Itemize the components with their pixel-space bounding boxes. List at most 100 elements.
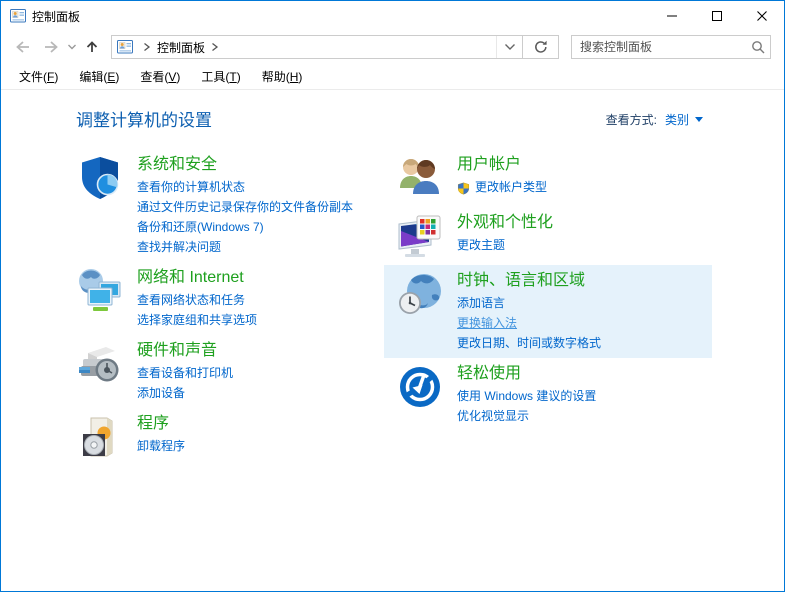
shield-icon[interactable] [76, 154, 124, 202]
control-panel-icon [10, 8, 26, 24]
category-title-link[interactable]: 系统和安全 [137, 154, 353, 175]
back-button[interactable] [9, 33, 37, 61]
chevron-down-icon [68, 44, 76, 50]
category-system-and-security: 系统和安全 查看你的计算机状态 通过文件历史记录保存你的文件备份副本 备份和还原(W… [64, 149, 384, 262]
menu-file[interactable]: 文件(F) [11, 65, 66, 88]
up-button[interactable] [79, 33, 105, 61]
menu-help[interactable]: 帮助(H) [254, 65, 311, 88]
monitor-palette-icon[interactable] [396, 212, 444, 260]
search-icon[interactable] [746, 40, 770, 54]
task-link[interactable]: 查看你的计算机状态 [137, 177, 245, 197]
category-task-links: 查看设备和打印机 添加设备 [137, 363, 233, 403]
category-ease-of-access: 轻松使用 使用 Windows 建议的设置 优化视觉显示 [384, 358, 712, 431]
category-task-links: 更改帐户类型 [457, 177, 547, 197]
view-by-label: 查看方式: [605, 113, 657, 127]
task-link[interactable]: 备份和还原(Windows 7) [137, 217, 264, 237]
task-link-row: 卸载程序 [137, 436, 185, 456]
caption-buttons [649, 1, 784, 31]
task-link-row: 更改帐户类型 [457, 177, 547, 197]
breadcrumb-chevron-icon[interactable] [143, 42, 151, 52]
menu-view[interactable]: 查看(V) [132, 65, 188, 88]
breadcrumb-chevron-icon[interactable] [211, 42, 219, 52]
task-link[interactable]: 添加设备 [137, 383, 185, 403]
control-panel-icon [117, 39, 133, 55]
task-link-row: 查找并解决问题 [137, 237, 353, 257]
category-title-link[interactable]: 时钟、语言和区域 [457, 270, 601, 291]
ease-of-access-icon[interactable] [396, 363, 444, 411]
maximize-button[interactable] [694, 1, 739, 31]
category-task-links: 添加语言 更换输入法 更改日期、时间或数字格式 [457, 293, 601, 353]
task-link[interactable]: 优化视觉显示 [457, 406, 529, 426]
breadcrumb-control-panel[interactable]: 控制面板 [157, 39, 205, 56]
minimize-button[interactable] [649, 1, 694, 31]
view-by-value[interactable]: 类别 [665, 111, 689, 128]
refresh-button[interactable] [522, 35, 559, 59]
task-link-row: 通过文件历史记录保存你的文件备份副本 [137, 197, 353, 217]
window-title: 控制面板 [32, 9, 81, 24]
forward-button[interactable] [37, 33, 65, 61]
category-title-link[interactable]: 外观和个性化 [457, 212, 553, 233]
category-task-links: 使用 Windows 建议的设置 优化视觉显示 [457, 386, 596, 426]
globe-clock-icon[interactable] [396, 270, 444, 318]
task-link-row: 更改主题 [457, 235, 553, 255]
globe-monitors-icon[interactable] [76, 267, 124, 315]
task-link[interactable]: 添加语言 [457, 293, 505, 313]
category-programs: 程序 卸载程序 [64, 408, 384, 466]
category-network-and-internet: 网络和 Internet 查看网络状态和任务 选择家庭组和共享选项 [64, 262, 384, 335]
category-title-link[interactable]: 网络和 Internet [137, 267, 257, 288]
category-user-accounts: 用户帐户 更改帐户类型 [384, 149, 712, 207]
category-task-links: 更改主题 [457, 235, 553, 255]
task-link-row: 使用 Windows 建议的设置 [457, 386, 596, 406]
menu-tools[interactable]: 工具(T) [193, 65, 248, 88]
task-link[interactable]: 更改帐户类型 [475, 177, 547, 197]
address-dropdown-button[interactable] [496, 36, 522, 58]
chevron-down-icon[interactable] [695, 117, 703, 122]
category-title-link[interactable]: 用户帐户 [457, 154, 547, 175]
category-title-link[interactable]: 轻松使用 [457, 363, 596, 384]
close-button[interactable] [739, 1, 784, 31]
task-link[interactable]: 选择家庭组和共享选项 [137, 310, 257, 330]
category-task-links: 卸载程序 [137, 436, 185, 456]
chevron-down-icon [504, 44, 515, 50]
title-bar: 控制面板 [1, 1, 784, 31]
task-link-row: 查看网络状态和任务 [137, 290, 257, 310]
task-link-row: 选择家庭组和共享选项 [137, 310, 257, 330]
task-link[interactable]: 查看网络状态和任务 [137, 290, 245, 310]
navigation-bar: 控制面板 [1, 31, 784, 63]
content-area: 调整计算机的设置 查看方式: 类别 系统和安全 查看你的计算机状态 通过文件历史记… [1, 90, 784, 591]
category-appearance-and-personalization: 外观和个性化 更改主题 [384, 207, 712, 265]
menu-edit[interactable]: 编辑(E) [71, 65, 127, 88]
recent-locations-button[interactable] [65, 33, 79, 61]
category-hardware-and-sound: 硬件和声音 查看设备和打印机 添加设备 [64, 335, 384, 408]
category-clock-language-region: 时钟、语言和区域 添加语言 更换输入法 更改日期、时间或数字格式 [384, 265, 712, 358]
software-box-cd-icon[interactable] [76, 413, 124, 461]
search-box[interactable] [571, 35, 771, 59]
column-right: 用户帐户 更改帐户类型 外观和个性化 更改主题 时钟、语言和区域 添加语言 更换输… [384, 149, 712, 431]
task-link[interactable]: 使用 Windows 建议的设置 [457, 386, 596, 406]
printer-icon[interactable] [76, 340, 124, 388]
search-input[interactable] [572, 40, 746, 54]
task-link-row: 更换输入法 [457, 313, 601, 333]
task-link[interactable]: 卸载程序 [137, 436, 185, 456]
task-link[interactable]: 查找并解决问题 [137, 237, 221, 257]
minimize-icon [666, 15, 677, 17]
category-task-links: 查看你的计算机状态 通过文件历史记录保存你的文件备份副本 备份和还原(Windows… [137, 177, 353, 257]
task-link-row: 查看你的计算机状态 [137, 177, 353, 197]
category-title-link[interactable]: 程序 [137, 413, 185, 434]
page-title: 调整计算机的设置 [76, 111, 212, 130]
category-title-link[interactable]: 硬件和声音 [137, 340, 233, 361]
task-link[interactable]: 更改主题 [457, 235, 505, 255]
forward-arrow-icon [45, 41, 58, 53]
task-link[interactable]: 更换输入法 [457, 313, 517, 333]
task-link-row: 添加设备 [137, 383, 233, 403]
task-link[interactable]: 通过文件历史记录保存你的文件备份副本 [137, 197, 353, 217]
column-left: 系统和安全 查看你的计算机状态 通过文件历史记录保存你的文件备份副本 备份和还原(W… [64, 149, 384, 466]
task-link[interactable]: 更改日期、时间或数字格式 [457, 333, 601, 353]
task-link-row: 更改日期、时间或数字格式 [457, 333, 601, 353]
two-users-icon[interactable] [396, 154, 444, 202]
address-bar[interactable]: 控制面板 [111, 35, 523, 59]
task-link[interactable]: 查看设备和打印机 [137, 363, 233, 383]
maximize-icon [711, 11, 722, 21]
close-icon [756, 11, 767, 21]
menu-bar: 文件(F) 编辑(E) 查看(V) 工具(T) 帮助(H) [1, 63, 784, 90]
